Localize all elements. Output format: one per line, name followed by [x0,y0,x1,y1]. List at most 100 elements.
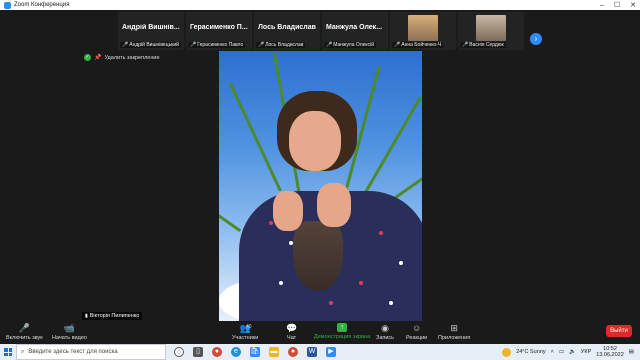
chrome-icon[interactable]: ● [212,347,222,357]
record-button[interactable]: ◉ Запись [376,323,394,341]
start-video-button[interactable]: 📹 Начать видео [52,323,87,341]
word-icon[interactable]: W [307,347,317,357]
share-screen-button[interactable]: ↑ Демонстрация экрана [314,323,370,340]
unpin-label: Удалить закрепление [104,54,160,61]
participant-tile[interactable]: Андрій Вишнів... 🎤 Андрій Вишнівецький [118,12,184,50]
participant-name: Герасименко П... [190,24,248,31]
chat-button[interactable]: 💬 Чат [286,323,297,341]
reactions-button[interactable]: ☺ Реакции [406,323,427,341]
participant-label-text: Герасименко Павло [197,42,244,48]
smiley-icon: ☺ [412,323,422,333]
zoom-logo-icon [4,1,11,9]
chevron-up-icon[interactable]: ˄ [551,349,554,355]
close-icon[interactable]: ✕ [630,1,636,9]
chat-label: Чат [287,335,297,341]
participant-tile[interactable]: Лось Владислав 🎤 Лось Владислав [254,12,320,50]
clock[interactable]: 10:52 13.06.2022 [596,346,624,358]
start-button[interactable] [0,344,16,360]
taskbar-search[interactable]: ⌕ Введите здесь текст для поиска [16,344,166,360]
maximize-icon[interactable]: ☐ [614,1,620,9]
chat-icon: 💬 [286,323,298,333]
hand [273,191,303,231]
windows-logo-icon [4,348,12,356]
unpin-pin-icon: 📌 [94,55,102,61]
participant-label-text: Анна Бойченко-Ч [401,42,442,48]
participant-label: 🎤 Анна Бойченко-Ч [392,42,444,48]
mic-muted-icon: 🎤 [326,42,333,48]
network-icon[interactable]: ▭ [559,349,564,355]
apps-label: Приложения [438,335,471,341]
participants-count: 40 [246,324,252,330]
main-video [219,51,422,321]
reactions-label: Реакции [406,335,428,341]
record-label: Запись [376,335,395,341]
title-bar: Zoom Конференция – ☐ ✕ [0,0,640,10]
volume-icon[interactable]: 🔈 [569,349,576,355]
wheat-leaf [389,153,422,203]
mic-muted-icon: 🎤 [122,42,129,48]
participant-video-thumbnail [408,15,438,41]
participant-tile[interactable]: 🎤 Анна Бойченко-Ч [390,12,456,50]
participants-label: Участники [232,335,259,341]
taskbar-apps: ○ ▯ ● e 🛍 ▬ ● W ▶ [174,347,336,357]
participant-label: 🎤 Манжула Олексій [324,42,377,48]
leave-button[interactable]: Выйти [606,325,632,337]
search-placeholder: Введите здесь текст для поиска [28,349,118,355]
wheat-roots [293,221,343,291]
task-view-icon[interactable]: ▯ [193,347,203,357]
pinned-participant-name: ▮ Вікторія Пилипенко [82,312,143,320]
next-page-button[interactable]: › [530,33,542,45]
folder-icon[interactable]: ▬ [269,347,279,357]
apps-icon: ⊞ [450,323,458,333]
wheat-leaf [228,81,282,192]
participants-button[interactable]: 👥 40 Участники [232,323,258,341]
minimize-icon[interactable]: – [600,2,604,9]
chrome-icon[interactable]: ● [288,347,298,357]
participant-label: 🎤 Васнія Сердюк [460,42,506,48]
hand [317,183,351,227]
system-tray: 24°C Sunny ˄ ▭ 🔈 УКР 10:52 13.06.2022 ▤ [502,344,634,360]
signal-bars-icon: ▮ [85,313,88,319]
participant-tile[interactable]: Манжула Олек... 🎤 Манжула Олексій [322,12,388,50]
mic-muted-icon: 🎤 [258,42,265,48]
unmute-button[interactable]: 🎤 Включить звук [6,323,43,341]
start-video-label: Начать видео [52,335,87,341]
participant-name: Лось Владислав [258,24,316,31]
participant-label: 🎤 Герасименко Павло [188,42,246,48]
mic-off-icon: 🎤 [18,323,30,333]
video-off-icon: 📹 [63,323,76,333]
pinned-name-text: Вікторія Пилипенко [89,313,140,319]
zoom-app-icon[interactable]: ▶ [326,347,336,357]
participant-tile[interactable]: 🎤 Васнія Сердюк [458,12,524,50]
share-screen-icon: ↑ [337,323,348,332]
taskbar: ⌕ Введите здесь текст для поиска ○ ▯ ● e… [0,344,640,360]
weather-text[interactable]: 24°C Sunny [516,349,545,355]
participant-tile[interactable]: Герасименко П... 🎤 Герасименко Павло [186,12,252,50]
participant-label-text: Манжула Олексій [333,42,375,48]
shield-icon: ✓ [84,54,91,61]
participant-label-text: Лось Владислав [265,42,304,48]
mic-muted-icon: 🎤 [462,42,469,48]
unpin-button[interactable]: ✓ 📌 Удалить закрепление [84,54,160,61]
store-icon[interactable]: 🛍 [250,347,260,357]
participant-label: 🎤 Лось Владислав [256,42,306,48]
clock-date: 13.06.2022 [596,352,624,358]
unmute-label: Включить звук [6,335,43,341]
share-screen-label: Демонстрация экрана [314,334,371,340]
sun-icon [502,347,512,357]
wheat-leaf [219,178,242,233]
participant-label-text: Васнія Сердюк [469,42,504,48]
apps-button[interactable]: ⊞ Приложения [438,323,470,341]
language-indicator[interactable]: УКР [581,349,591,355]
record-icon: ◉ [381,323,389,333]
participant-name: Андрій Вишнів... [122,24,180,31]
task-view-icon[interactable]: ○ [174,347,184,357]
participant-video-thumbnail [476,15,506,41]
window-controls: – ☐ ✕ [600,0,636,10]
mic-muted-icon: 🎤 [394,42,401,48]
window-title: Zoom Конференция [14,2,70,8]
search-icon: ⌕ [21,348,25,355]
edge-icon[interactable]: e [231,347,241,357]
mic-muted-icon: 🎤 [190,42,197,48]
notifications-icon[interactable]: ▤ [629,349,634,355]
